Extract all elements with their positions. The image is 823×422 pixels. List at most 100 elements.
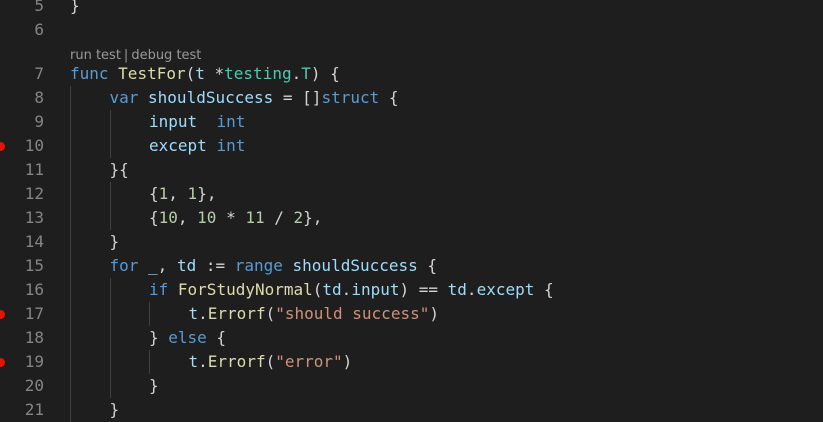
code-line[interactable]: 10 except int bbox=[0, 134, 823, 158]
code-line[interactable]: 15 for _, td := range shouldSuccess { bbox=[0, 254, 823, 278]
code-text: } else { bbox=[149, 326, 226, 350]
line-number[interactable]: 14 bbox=[0, 230, 44, 254]
indent-guide bbox=[109, 134, 111, 158]
code-text: t.Errorf("should success") bbox=[189, 302, 439, 326]
code-token: ForStudyNormal bbox=[177, 280, 313, 299]
code-token: }{ bbox=[109, 160, 129, 179]
code-text: {1, 1}, bbox=[149, 182, 216, 206]
code-line[interactable]: 7 func TestFor(t *testing.T) { bbox=[0, 62, 823, 86]
code-token: ( bbox=[265, 304, 276, 323]
code-line[interactable]: 8 var shouldSuccess = []struct { bbox=[0, 86, 823, 110]
code-token: T bbox=[301, 64, 311, 83]
code-token: / bbox=[264, 208, 294, 227]
code-token: td bbox=[447, 280, 467, 299]
line-number[interactable]: 13 bbox=[0, 206, 44, 230]
code-token: struct bbox=[321, 88, 380, 107]
code-token: , bbox=[168, 184, 188, 203]
code-line[interactable]: 21} bbox=[0, 398, 823, 422]
code-token: var bbox=[109, 88, 149, 107]
indent-guide bbox=[70, 182, 71, 206]
code-editor[interactable]: 5} 6 run test | debug test 7 func TestFor(t *t… bbox=[0, 0, 823, 422]
code-token: td bbox=[322, 280, 342, 299]
code-token: td bbox=[176, 256, 197, 275]
code-token: } bbox=[149, 328, 169, 347]
code-token: func bbox=[70, 64, 119, 83]
code-token: . bbox=[291, 64, 302, 83]
code-token: input bbox=[351, 280, 400, 299]
indent-guide bbox=[70, 278, 71, 302]
indent-guide bbox=[109, 326, 111, 350]
indent-guide bbox=[109, 110, 111, 134]
codelens-separator: | bbox=[123, 48, 129, 63]
code-token: int bbox=[216, 112, 246, 131]
code-line[interactable]: 5} bbox=[0, 0, 823, 18]
code-text: except int bbox=[149, 134, 245, 158]
code-token: } bbox=[70, 0, 80, 15]
indent-guide bbox=[70, 110, 71, 134]
code-token: ) == bbox=[399, 280, 448, 299]
run-test-link[interactable]: run test bbox=[70, 48, 121, 63]
code-line[interactable]: 11 }{ bbox=[0, 158, 823, 182]
code-line[interactable]: 13 {10, 10 * 11 / 2}, bbox=[0, 206, 823, 230]
indent-guide bbox=[70, 398, 71, 422]
code-token: }, bbox=[303, 208, 323, 227]
line-number[interactable]: 12 bbox=[0, 182, 44, 206]
code-text: var shouldSuccess = []struct { bbox=[110, 86, 399, 110]
indent-guide bbox=[70, 206, 71, 230]
code-line[interactable]: 14} bbox=[0, 230, 823, 254]
code-token: Errorf bbox=[207, 304, 266, 323]
indent-guide bbox=[149, 350, 150, 374]
code-token: = [] bbox=[273, 88, 322, 107]
code-token: _ bbox=[148, 256, 158, 275]
line-number[interactable]: 21 bbox=[0, 398, 44, 422]
codelens-row: run test | debug test bbox=[0, 42, 823, 63]
indent-guide bbox=[70, 230, 71, 254]
code-token: { bbox=[206, 328, 227, 347]
code-token: "error" bbox=[275, 352, 343, 371]
debug-test-link[interactable]: debug test bbox=[131, 48, 201, 63]
line-number[interactable]: 10 bbox=[0, 134, 44, 158]
code-token: } bbox=[109, 232, 120, 251]
line-number[interactable]: 6 bbox=[0, 18, 44, 42]
line-number[interactable]: 17 bbox=[0, 302, 44, 326]
line-number[interactable]: 7 bbox=[0, 62, 44, 86]
code-token: int bbox=[216, 136, 246, 155]
code-text: } bbox=[110, 230, 120, 254]
indent-guide bbox=[70, 326, 71, 350]
line-number[interactable]: 16 bbox=[0, 278, 44, 302]
code-line[interactable]: 12 {1, 1}, bbox=[0, 182, 823, 206]
code-token: . bbox=[198, 352, 208, 371]
code-line[interactable]: 17 t.Errorf("should success") bbox=[0, 302, 823, 326]
code-token: input bbox=[149, 112, 217, 131]
code-line[interactable]: 16 if ForStudyNormal(td.input) == td.exce… bbox=[0, 278, 823, 302]
code-line[interactable]: 9 input int bbox=[0, 110, 823, 134]
code-token: := bbox=[196, 256, 235, 275]
code-text: } bbox=[149, 374, 159, 398]
indent-guide bbox=[70, 374, 71, 398]
line-number[interactable]: 15 bbox=[0, 254, 44, 278]
line-number[interactable]: 19 bbox=[0, 350, 44, 374]
line-number[interactable]: 20 bbox=[0, 374, 44, 398]
code-line[interactable]: 20} bbox=[0, 374, 823, 398]
indent-guide bbox=[70, 350, 71, 374]
code-token: ( bbox=[185, 64, 196, 83]
code-token: t bbox=[188, 304, 199, 323]
line-number[interactable]: 9 bbox=[0, 110, 44, 134]
code-token: . bbox=[466, 280, 477, 299]
code-text: } bbox=[70, 0, 80, 18]
code-token: }, bbox=[197, 184, 217, 203]
code-token: } bbox=[149, 376, 159, 395]
code-line[interactable]: 19 t.Errorf("error") bbox=[0, 350, 823, 374]
code-text: }{ bbox=[110, 158, 129, 182]
code-token: { bbox=[149, 184, 159, 203]
code-line[interactable]: 6 bbox=[0, 18, 823, 42]
code-text: if ForStudyNormal(td.input) == td.except… bbox=[149, 278, 554, 302]
code-token: TestFor bbox=[118, 64, 186, 83]
code-line[interactable]: 18 } else { bbox=[0, 326, 823, 350]
indent-guide bbox=[109, 182, 111, 206]
line-number[interactable]: 5 bbox=[0, 0, 44, 18]
line-number[interactable]: 8 bbox=[0, 86, 44, 110]
indent-guide bbox=[70, 158, 71, 182]
line-number[interactable]: 11 bbox=[0, 158, 44, 182]
line-number[interactable]: 18 bbox=[0, 326, 44, 350]
